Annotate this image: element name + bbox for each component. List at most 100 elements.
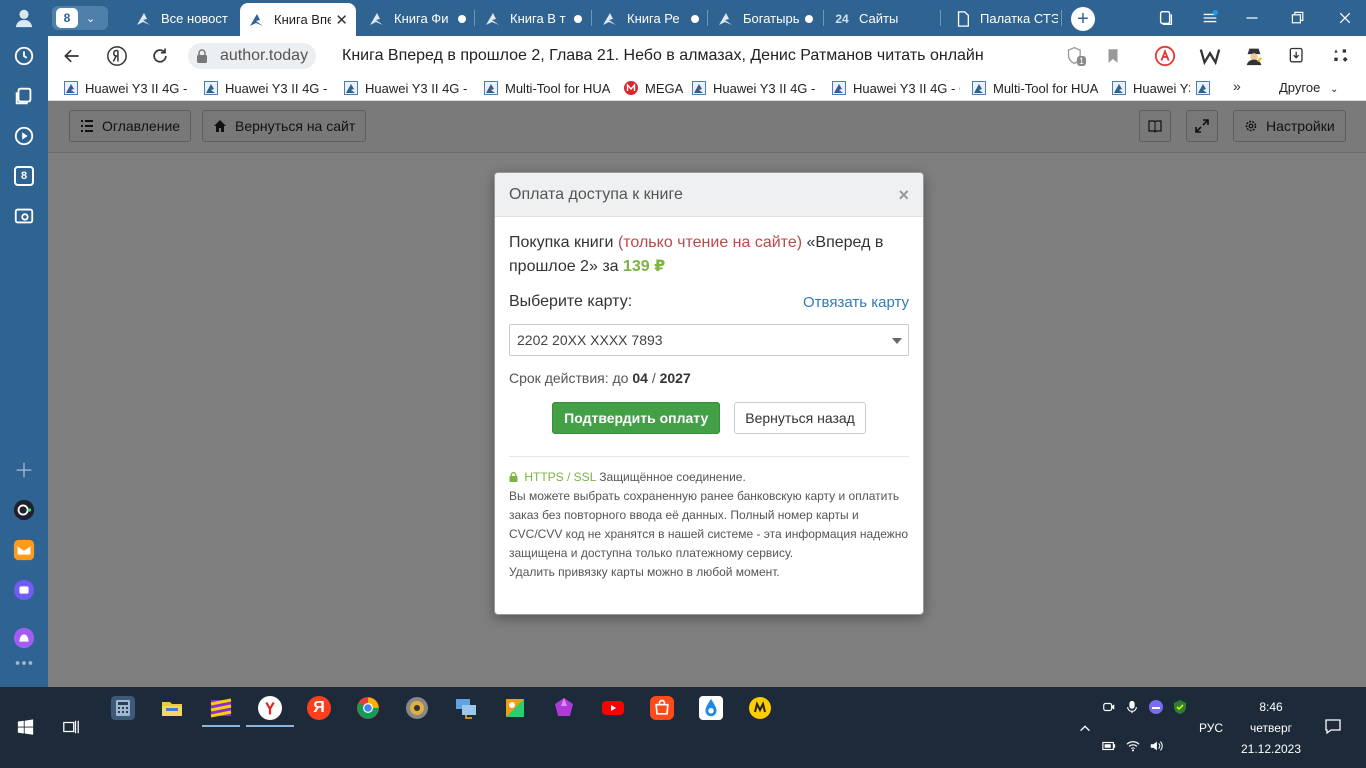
- youtube-app-icon[interactable]: [598, 693, 628, 723]
- choose-card-label: Выберите карту:: [509, 293, 633, 310]
- tab-manager-icon[interactable]: [1156, 8, 1176, 28]
- page-icon: [832, 81, 846, 95]
- close-window-icon[interactable]: [1335, 8, 1355, 28]
- gem-app-icon[interactable]: [549, 693, 579, 723]
- more-icon[interactable]: [9, 653, 39, 673]
- bookmarks-overflow-button[interactable]: »: [1233, 78, 1241, 94]
- screenshot-icon[interactable]: [9, 201, 39, 231]
- tab-6[interactable]: 24 Сайты: [825, 5, 937, 32]
- protect-shield-icon[interactable]: 1: [1064, 44, 1088, 68]
- extension-menu-icon[interactable]: [1329, 44, 1353, 68]
- confirm-payment-button[interactable]: Подтвердить оплату: [552, 402, 721, 434]
- other-bookmarks-button[interactable]: Другое ⌄: [1279, 80, 1338, 95]
- tab-0[interactable]: Все новост: [127, 5, 240, 32]
- camera-tray-icon[interactable]: [1100, 698, 1118, 716]
- address-bar: author.today Книга Вперед в прошлое 2, Г…: [48, 36, 1366, 76]
- chevron-down-icon: ⌄: [86, 12, 96, 25]
- spy-extension-icon[interactable]: [1242, 44, 1266, 68]
- bookmark-item[interactable]: Huawei Y3 II 4G - Г: [344, 79, 472, 97]
- vpn-tray-icon[interactable]: [1147, 698, 1165, 716]
- collections-icon[interactable]: [9, 81, 39, 111]
- network-app-icon[interactable]: [451, 693, 481, 723]
- close-tab-icon[interactable]: ✕: [335, 11, 348, 29]
- reload-icon[interactable]: [148, 44, 172, 68]
- yandex-market-app-icon[interactable]: [745, 693, 775, 723]
- adblock-extension-icon[interactable]: [1153, 44, 1177, 68]
- battery-icon[interactable]: [1100, 737, 1118, 755]
- yandex-app-icon[interactable]: Я: [304, 693, 334, 723]
- tab-separator: [707, 10, 708, 26]
- profile-icon[interactable]: [9, 3, 39, 33]
- back-arrow-icon[interactable]: [60, 44, 84, 68]
- language-indicator[interactable]: РУС: [1199, 721, 1223, 735]
- tab-4[interactable]: Книга Ре: [593, 5, 707, 32]
- antivirus-tray-icon[interactable]: [1171, 698, 1189, 716]
- windows-taskbar: Я РУС 8:46 четверг 21.12.2023: [0, 687, 1366, 768]
- unbind-card-link[interactable]: Отвязать карту: [803, 294, 909, 311]
- page-icon: [484, 81, 498, 95]
- bookmark-item[interactable]: Huawei Y3 II 4G - Г: [692, 79, 820, 97]
- bookmark-item[interactable]: Huawei Y3: [1112, 79, 1190, 97]
- back-to-site-button[interactable]: Вернуться на сайт: [202, 110, 367, 142]
- bookmark-item-partial[interactable]: [1196, 79, 1216, 97]
- file-explorer-app-icon[interactable]: [157, 693, 187, 723]
- drop-app-icon[interactable]: [696, 693, 726, 723]
- bookmark-item[interactable]: Huawei Y3 II 4G - Г: [64, 79, 192, 97]
- settings-button[interactable]: Настройки: [1233, 110, 1346, 142]
- task-view-icon[interactable]: [56, 712, 86, 742]
- clock[interactable]: 8:46 четверг 21.12.2023: [1232, 697, 1310, 760]
- tab-2[interactable]: Книга Фи: [360, 5, 474, 32]
- bookmark-item[interactable]: Huawei Y3 II 4G - Г: [204, 79, 332, 97]
- bookmark-item[interactable]: Multi-Tool for HUA: [484, 79, 612, 97]
- messenger-app-icon[interactable]: [9, 575, 39, 605]
- toc-button[interactable]: Оглавление: [69, 110, 192, 142]
- price: 139 ₽: [623, 258, 666, 275]
- add-panel-icon[interactable]: [9, 455, 39, 485]
- new-tab-button[interactable]: +: [1071, 7, 1095, 31]
- go-back-button[interactable]: Вернуться назад: [734, 402, 866, 434]
- alice-app-icon[interactable]: [9, 495, 39, 525]
- tab-5[interactable]: Богатырь: [709, 5, 821, 32]
- restore-icon[interactable]: [1288, 8, 1308, 28]
- page-icon: [64, 81, 78, 95]
- minimize-icon[interactable]: [1242, 8, 1262, 28]
- winrar-app-icon[interactable]: [206, 693, 236, 723]
- unbind-info: Удалить привязку карты можно в любой мом…: [509, 565, 780, 579]
- active-app-indicator: [202, 725, 240, 727]
- tab-7[interactable]: Палатка СТЭ: [946, 5, 1058, 32]
- menu-icon[interactable]: [1200, 8, 1220, 28]
- microphone-icon[interactable]: [1123, 698, 1141, 716]
- video-icon[interactable]: [9, 121, 39, 151]
- close-icon[interactable]: ×: [898, 185, 909, 206]
- downloads-icon[interactable]: [1285, 44, 1309, 68]
- paint-app-icon[interactable]: [500, 693, 530, 723]
- alice-assistant-icon[interactable]: [9, 623, 39, 653]
- tab-3[interactable]: Книга В т: [476, 5, 590, 32]
- volume-icon[interactable]: [1147, 737, 1165, 755]
- notifications-icon[interactable]: [1324, 717, 1342, 735]
- windows-start-icon[interactable]: [10, 712, 40, 742]
- wifi-icon[interactable]: [1124, 737, 1142, 755]
- bookmark-icon[interactable]: [1101, 44, 1125, 68]
- bookmark-item[interactable]: Multi-Tool for HUA: [972, 79, 1100, 97]
- bookmark-item[interactable]: Huawei Y3 II 4G - С: [832, 79, 960, 97]
- fullscreen-button[interactable]: [1186, 110, 1218, 142]
- tab-count-button[interactable]: 8 ⌄: [52, 6, 108, 30]
- bookmark-item[interactable]: MEGA: [624, 79, 684, 97]
- yandex-browser-app-icon[interactable]: [255, 693, 285, 723]
- tabs-counter-icon[interactable]: 8: [9, 161, 39, 191]
- aliexpress-app-icon[interactable]: [647, 693, 677, 723]
- yandex-home-icon[interactable]: [105, 44, 129, 68]
- reading-mode-button[interactable]: [1139, 110, 1171, 142]
- w-extension-icon[interactable]: [1198, 44, 1222, 68]
- history-icon[interactable]: [9, 41, 39, 71]
- chevron-up-icon[interactable]: [1076, 719, 1094, 737]
- disc-app-icon[interactable]: [402, 693, 432, 723]
- security-description: Вы можете выбрать сохраненную ранее банк…: [509, 489, 909, 560]
- card-select[interactable]: 2202 20XX XXXX 7893: [509, 324, 909, 356]
- mail-app-icon[interactable]: [9, 535, 39, 565]
- chrome-app-icon[interactable]: [353, 693, 383, 723]
- tab-1-active[interactable]: Книга Впе ✕: [240, 3, 356, 36]
- url-field[interactable]: author.today: [188, 43, 317, 69]
- calculator-app-icon[interactable]: [108, 693, 138, 723]
